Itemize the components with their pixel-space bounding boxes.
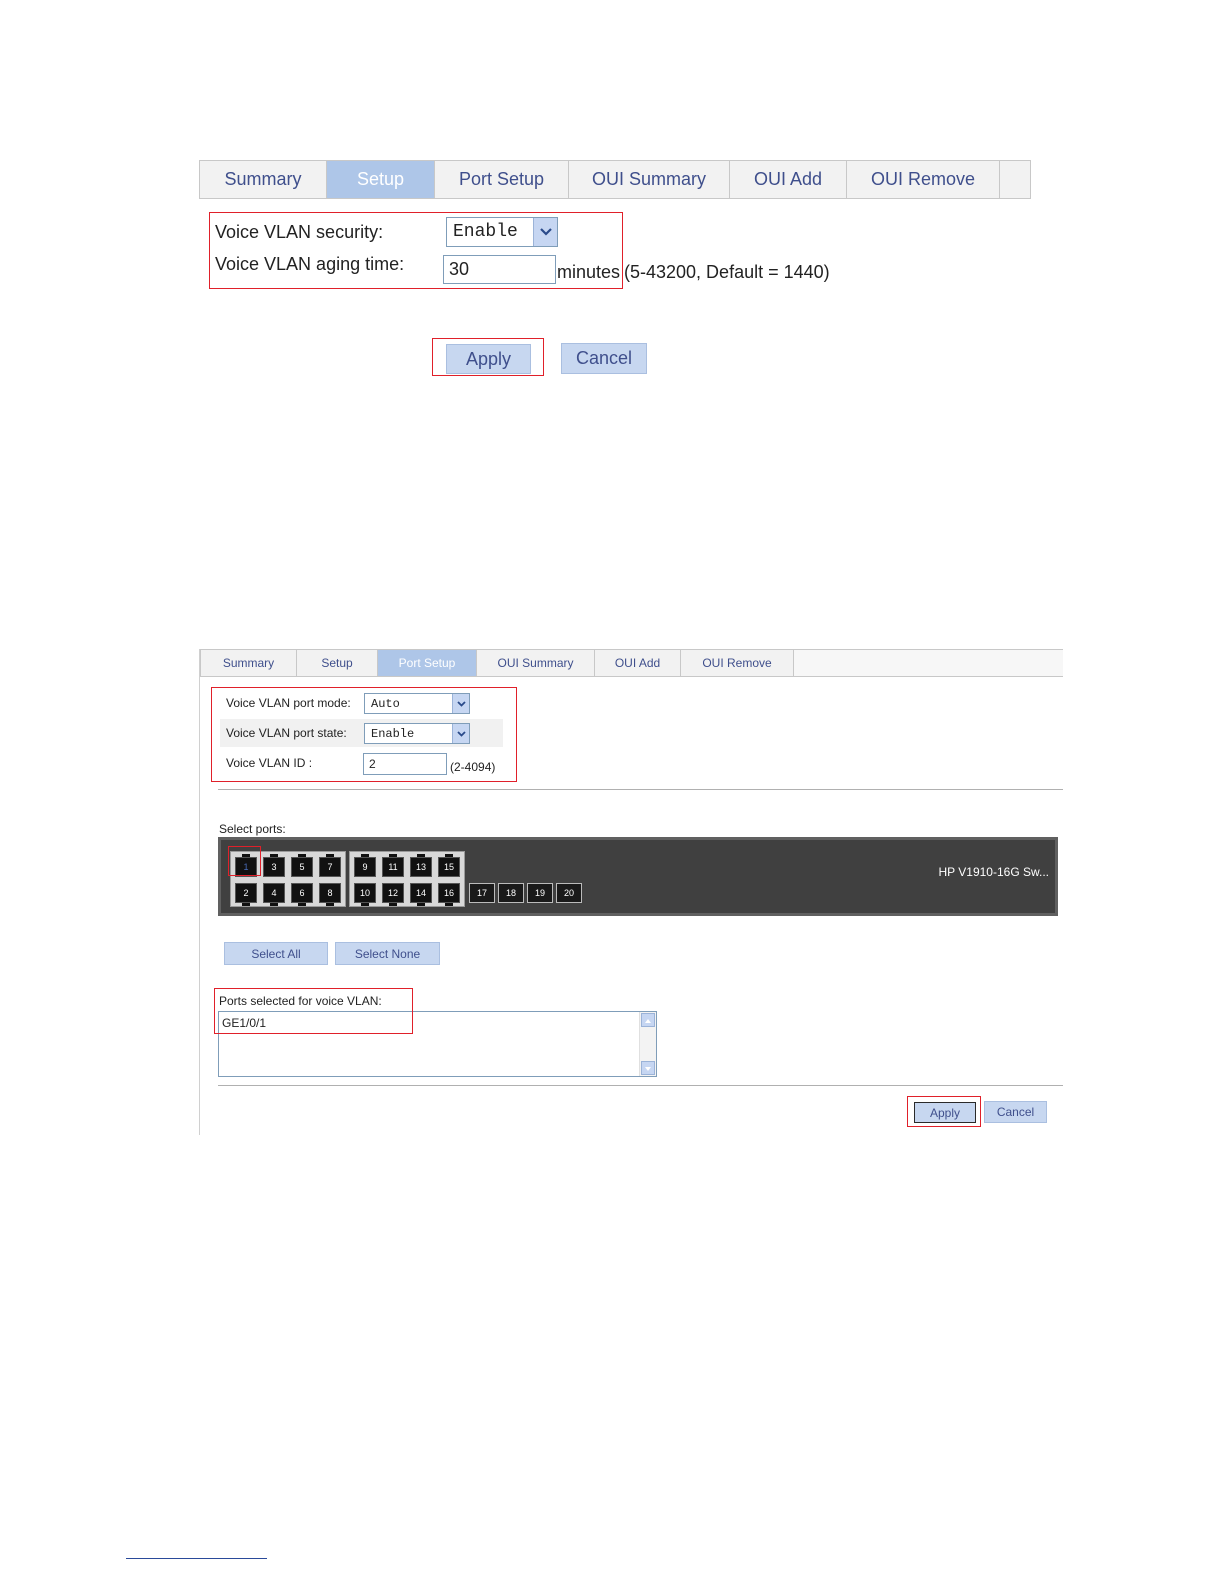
apply-button[interactable]: Apply (446, 344, 531, 374)
tab-summary[interactable]: Summary (200, 161, 327, 198)
cancel-button[interactable]: Cancel (561, 343, 647, 374)
scroll-down-icon[interactable] (641, 1061, 655, 1075)
port-group-2: 9 11 13 15 10 12 14 16 (349, 851, 465, 907)
select-ports-label: Select ports: (219, 822, 286, 836)
tab-oui-remove[interactable]: OUI Remove (847, 161, 1000, 198)
tab-bar-filler (794, 650, 1063, 676)
port-17[interactable]: 17 (469, 883, 495, 903)
port-12[interactable]: 12 (382, 883, 404, 906)
tab-port-setup[interactable]: Port Setup (378, 650, 477, 676)
chevron-down-icon (533, 218, 557, 246)
select-none-button[interactable]: Select None (335, 942, 440, 965)
port-5[interactable]: 5 (291, 854, 313, 877)
highlight-box-selected-ports (214, 988, 413, 1034)
vlan-id-label: Voice VLAN ID : (226, 756, 313, 770)
select-all-button[interactable]: Select All (224, 942, 328, 965)
port-14[interactable]: 14 (410, 883, 432, 906)
port-mode-value: Auto (371, 696, 400, 711)
tab-setup[interactable]: Setup (297, 650, 378, 676)
port-8[interactable]: 8 (319, 883, 341, 906)
port-4[interactable]: 4 (263, 883, 285, 906)
port-6[interactable]: 6 (291, 883, 313, 906)
aging-unit: minutes (557, 262, 621, 282)
port-state-value: Enable (371, 726, 415, 741)
security-label: Voice VLAN security: (215, 222, 384, 242)
scrollbar[interactable] (639, 1012, 656, 1076)
security-select[interactable]: Enable (446, 217, 558, 247)
port-2[interactable]: 2 (235, 883, 257, 906)
port-mode-label: Voice VLAN port mode: (226, 696, 351, 710)
aging-label: Voice VLAN aging time: (215, 254, 405, 274)
port-state-label: Voice VLAN port state: (226, 726, 347, 740)
tab-port-setup[interactable]: Port Setup (435, 161, 569, 198)
port-13[interactable]: 13 (410, 854, 432, 877)
tab-oui-add[interactable]: OUI Add (595, 650, 681, 676)
chevron-down-icon (452, 724, 469, 743)
port-9[interactable]: 9 (354, 854, 376, 877)
device-name: HP V1910-16G Sw... (938, 865, 1049, 879)
security-value: Enable (453, 222, 518, 242)
vlan-id-hint: (2-4094) (450, 760, 496, 774)
port-state-select[interactable]: Enable (364, 723, 470, 744)
port-16[interactable]: 16 (438, 883, 460, 906)
port-11[interactable]: 11 (382, 854, 404, 877)
apply-button[interactable]: Apply (914, 1102, 976, 1123)
scroll-up-icon[interactable] (641, 1013, 655, 1027)
port-10[interactable]: 10 (354, 883, 376, 906)
tab-bar: Summary Setup Port Setup OUI Summary OUI… (199, 160, 1031, 199)
tab-oui-add[interactable]: OUI Add (730, 161, 847, 198)
port-7[interactable]: 7 (319, 854, 341, 877)
aging-time-input[interactable]: 30 (443, 255, 556, 284)
footer-rule (126, 1558, 267, 1559)
switch-panel: 1 3 5 7 2 4 6 8 9 11 13 15 10 12 14 16 1… (218, 837, 1058, 916)
divider (218, 1085, 1063, 1086)
port-19[interactable]: 19 (527, 883, 553, 903)
port-mode-select[interactable]: Auto (364, 693, 470, 714)
tab-oui-summary[interactable]: OUI Summary (569, 161, 730, 198)
chevron-down-icon (452, 694, 469, 713)
aging-hint: (5-43200, Default = 1440) (624, 262, 830, 282)
divider (218, 789, 1063, 790)
tab-summary[interactable]: Summary (201, 650, 297, 676)
port-15[interactable]: 15 (438, 854, 460, 877)
port-18[interactable]: 18 (498, 883, 524, 903)
panel-left-border (199, 649, 200, 1135)
vlan-id-input[interactable]: 2 (363, 753, 447, 775)
tab-oui-remove[interactable]: OUI Remove (681, 650, 794, 676)
cancel-button[interactable]: Cancel (984, 1101, 1047, 1123)
port-20[interactable]: 20 (556, 883, 582, 903)
port-3[interactable]: 3 (263, 854, 285, 877)
tab-bar: Summary Setup Port Setup OUI Summary OUI… (200, 649, 1063, 677)
tab-bar-filler (1000, 161, 1030, 198)
tab-oui-summary[interactable]: OUI Summary (477, 650, 595, 676)
tab-setup[interactable]: Setup (327, 161, 435, 198)
highlight-box-port-1 (228, 846, 261, 876)
